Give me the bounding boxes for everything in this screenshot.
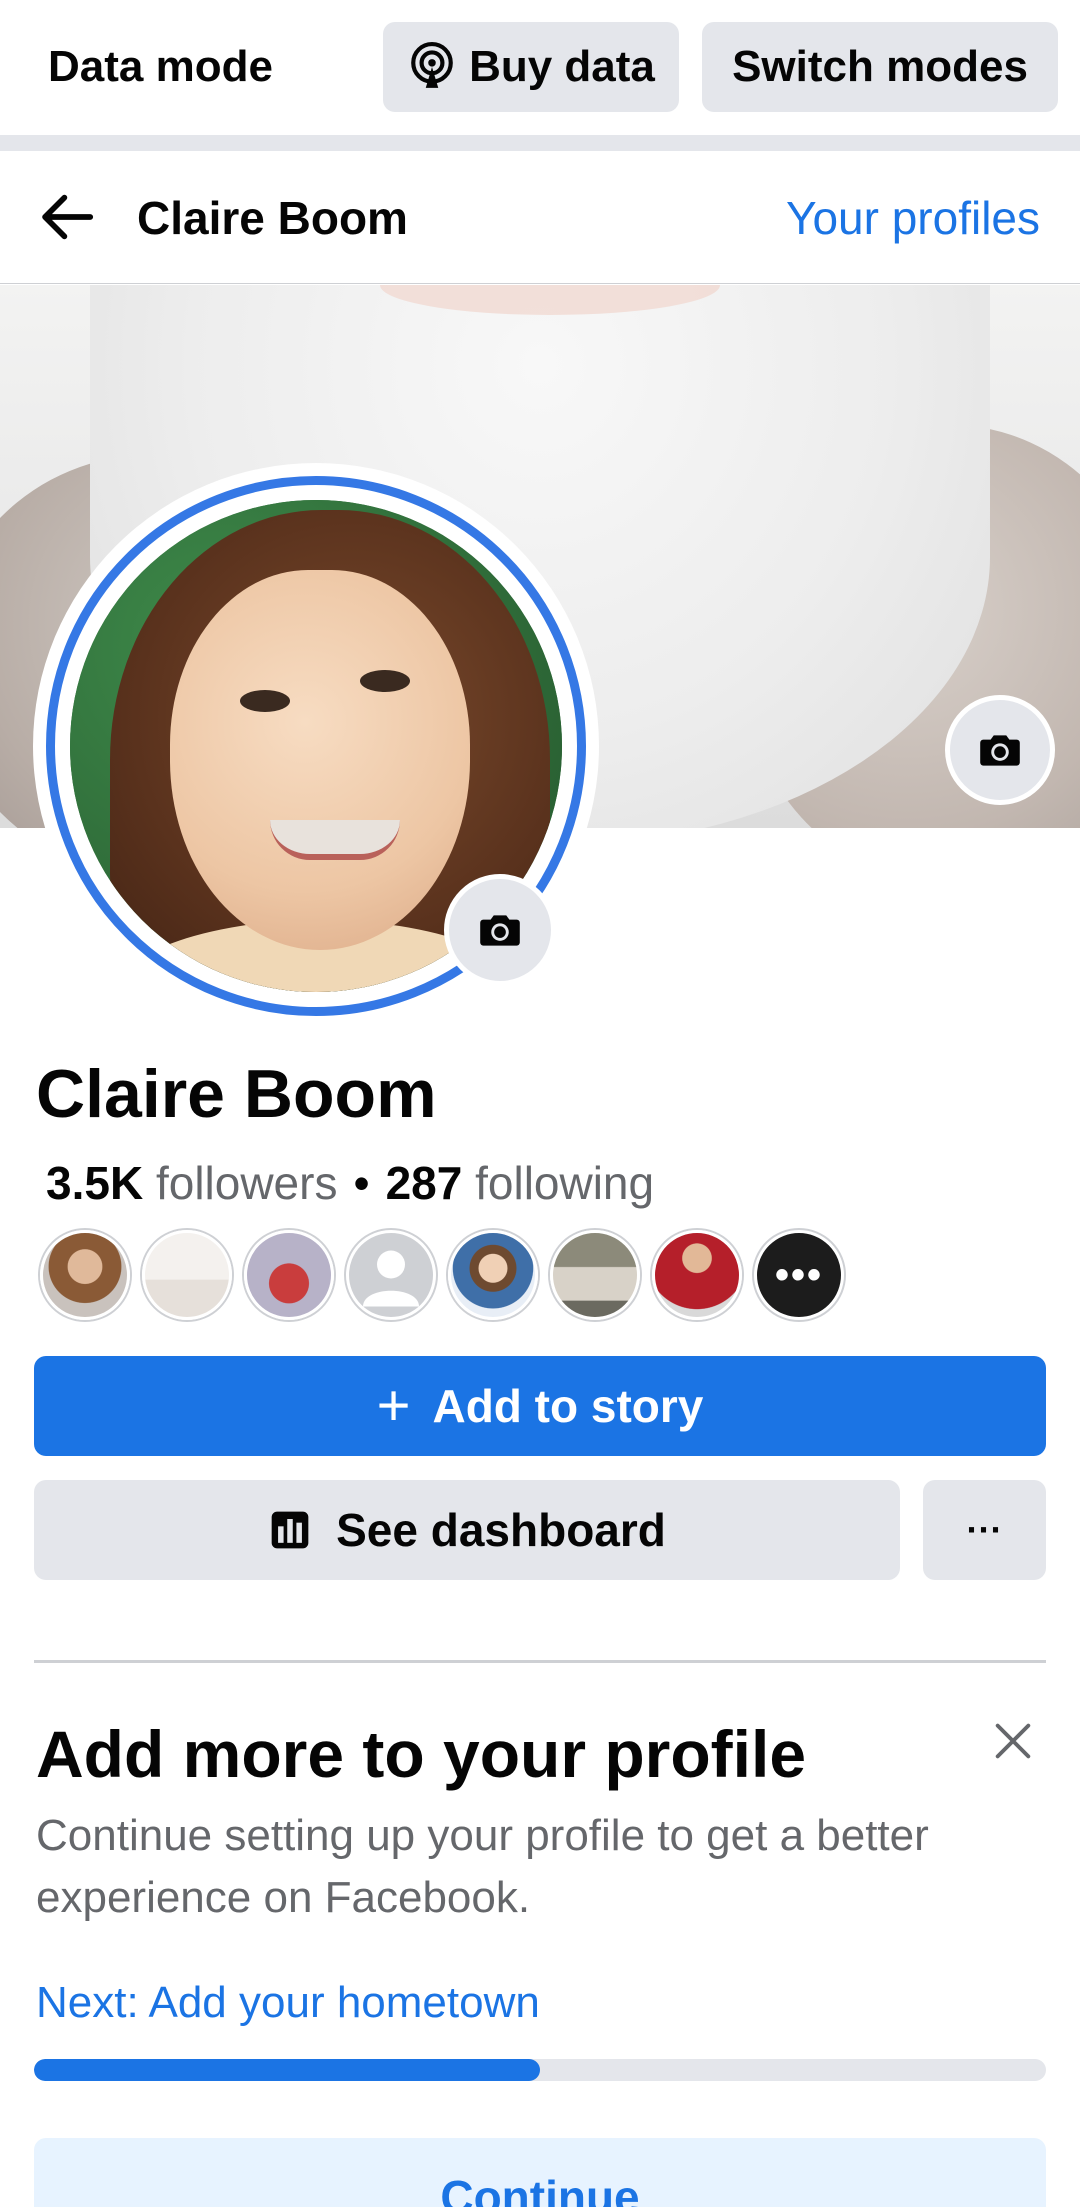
switch-modes-button[interactable]: Switch modes bbox=[702, 22, 1058, 112]
friends-avatars-row: ••• bbox=[40, 1230, 856, 1320]
close-icon[interactable] bbox=[990, 1718, 1036, 1764]
more-friends-label: ••• bbox=[774, 1252, 823, 1297]
follow-stats: 3.5K followers • 287 following bbox=[46, 1156, 654, 1210]
camera-icon bbox=[480, 915, 520, 946]
friend-avatar[interactable] bbox=[40, 1230, 130, 1320]
header-title: Claire Boom bbox=[137, 192, 408, 244]
followers-count: 3.5K bbox=[46, 1157, 144, 1209]
edit-cover-photo-button[interactable] bbox=[945, 695, 1055, 805]
arrow-left-icon[interactable] bbox=[36, 186, 98, 248]
friend-avatar[interactable] bbox=[244, 1230, 334, 1320]
next-step-link[interactable]: Next: Add your hometown bbox=[36, 1978, 540, 2028]
broadcast-icon bbox=[411, 42, 453, 88]
friend-avatar[interactable] bbox=[346, 1230, 436, 1320]
friend-avatar[interactable] bbox=[448, 1230, 538, 1320]
friend-avatar[interactable] bbox=[550, 1230, 640, 1320]
following-label: following bbox=[475, 1157, 655, 1209]
data-mode-bar: Data mode Buy data Switch modes bbox=[0, 0, 1080, 135]
profile-name: Claire Boom bbox=[36, 1056, 437, 1132]
add-more-card-title: Add more to your profile bbox=[36, 1717, 807, 1791]
buy-data-button[interactable]: Buy data bbox=[383, 22, 679, 112]
followers-link[interactable]: 3.5K followers bbox=[46, 1157, 337, 1209]
top-divider bbox=[0, 135, 1080, 151]
stats-separator: • bbox=[353, 1157, 370, 1209]
continue-button[interactable]: Continue bbox=[34, 2138, 1046, 2207]
buy-data-label: Buy data bbox=[469, 42, 655, 91]
camera-icon bbox=[980, 735, 1020, 766]
friend-avatar[interactable] bbox=[142, 1230, 232, 1320]
add-to-story-button[interactable]: + Add to story bbox=[34, 1356, 1046, 1456]
profile-header: Claire Boom Your profiles bbox=[0, 151, 1080, 284]
add-to-story-label: Add to story bbox=[432, 1380, 704, 1432]
more-friends-button[interactable]: ••• bbox=[754, 1230, 844, 1320]
default-user-icon bbox=[363, 1250, 419, 1307]
profile-progress-bar bbox=[34, 2059, 1046, 2081]
your-profiles-link[interactable]: Your profiles bbox=[786, 191, 1040, 245]
following-link[interactable]: 287 following bbox=[386, 1157, 655, 1209]
friend-avatar[interactable] bbox=[652, 1230, 742, 1320]
data-mode-title: Data mode bbox=[48, 42, 273, 91]
more-options-label: ··· bbox=[966, 1509, 1003, 1550]
edit-profile-picture-button[interactable] bbox=[444, 874, 556, 986]
followers-label: followers bbox=[155, 1157, 338, 1209]
continue-label: Continue bbox=[440, 2171, 640, 2207]
add-more-card-description: Continue setting up your profile to get … bbox=[36, 1811, 929, 1922]
see-dashboard-button[interactable]: See dashboard bbox=[34, 1480, 900, 1580]
switch-modes-label: Switch modes bbox=[732, 42, 1028, 91]
more-options-button[interactable]: ··· bbox=[923, 1480, 1046, 1580]
following-count: 287 bbox=[385, 1157, 463, 1209]
see-dashboard-label: See dashboard bbox=[336, 1504, 666, 1556]
plus-icon: + bbox=[376, 1373, 411, 1438]
section-divider bbox=[34, 1660, 1046, 1663]
bar-chart-icon bbox=[271, 1511, 309, 1549]
profile-progress-fill bbox=[34, 2059, 540, 2081]
